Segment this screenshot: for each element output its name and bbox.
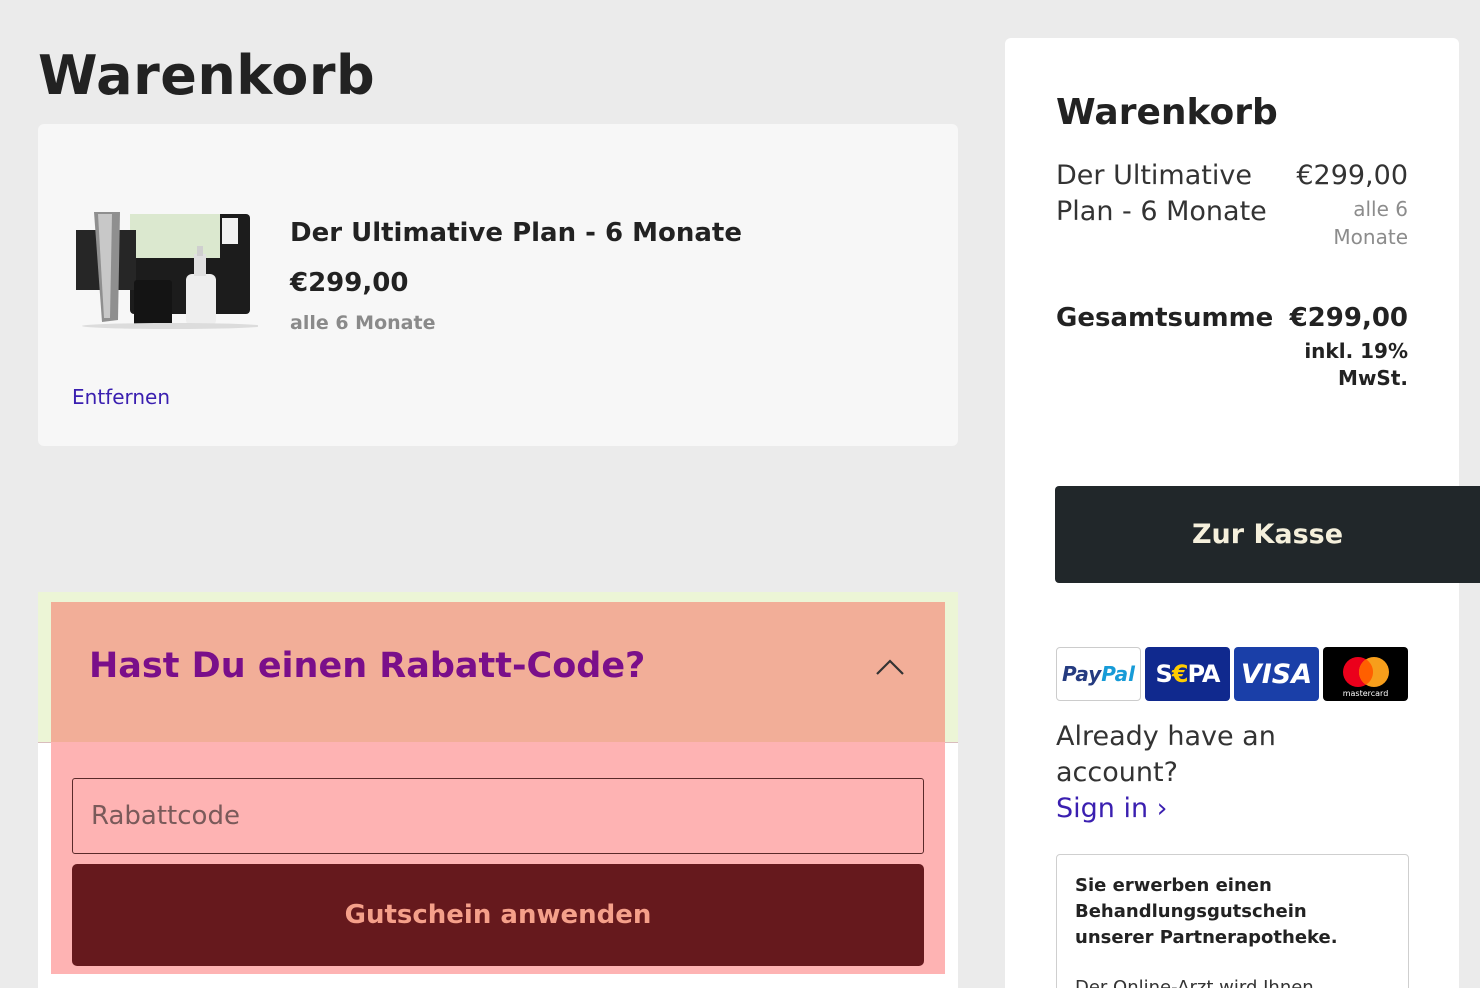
product-price: €299,00 [290, 268, 409, 298]
visa-icon: VISA [1234, 647, 1319, 701]
product-interval: alle 6 Monate [290, 312, 436, 334]
total-value: €299,00 [1289, 303, 1408, 333]
sepa-icon: S € PA [1145, 647, 1230, 701]
sign-in-link[interactable]: Sign in › [1056, 791, 1167, 827]
remove-item-link[interactable]: Entfernen [72, 385, 170, 409]
voucher-notice-text: Sie erwerben einen Behandlungsgutschein … [1075, 875, 1338, 948]
discount-accordion-toggle[interactable]: Hast Du einen Rabatt-Code? [51, 602, 945, 742]
discount-code-input[interactable] [72, 778, 924, 854]
discount-form: Gutschein anwenden [51, 742, 945, 974]
voucher-notice: Sie erwerben einen Behandlungsgutschein … [1056, 854, 1409, 988]
chevron-up-icon [876, 659, 904, 675]
product-name: Der Ultimative Plan - 6 Monate [290, 218, 742, 248]
discount-accordion: Hast Du einen Rabatt-Code? Gutschein anw… [38, 592, 958, 988]
checkout-button[interactable]: Zur Kasse [1055, 486, 1480, 583]
cart-item-card: Der Ultimative Plan - 6 Monate €299,00 a… [38, 124, 958, 446]
product-image [76, 212, 258, 329]
paypal-icon: Pay Pal [1056, 647, 1141, 701]
account-prompt: Already have an account? [1056, 721, 1276, 788]
summary-item-price: €299,00 [1296, 160, 1408, 191]
summary-title: Warenkorb [1056, 92, 1278, 133]
summary-item-interval: alle 6 Monate [1333, 197, 1408, 249]
vat-note: inkl. 19% MwSt. [1304, 339, 1408, 390]
voucher-notice-more: Der Online-Arzt wird Ihnen [1075, 977, 1314, 988]
payment-methods: Pay Pal S € PA VISA mastercard [1056, 647, 1408, 701]
discount-title: Hast Du einen Rabatt-Code? [89, 646, 646, 686]
apply-voucher-button[interactable]: Gutschein anwenden [72, 864, 924, 966]
mastercard-icon: mastercard [1323, 647, 1408, 701]
page-title: Warenkorb [38, 44, 376, 107]
summary-item-name: Der Ultimative Plan - 6 Monate [1056, 160, 1267, 227]
total-label: Gesamtsumme [1056, 303, 1274, 333]
